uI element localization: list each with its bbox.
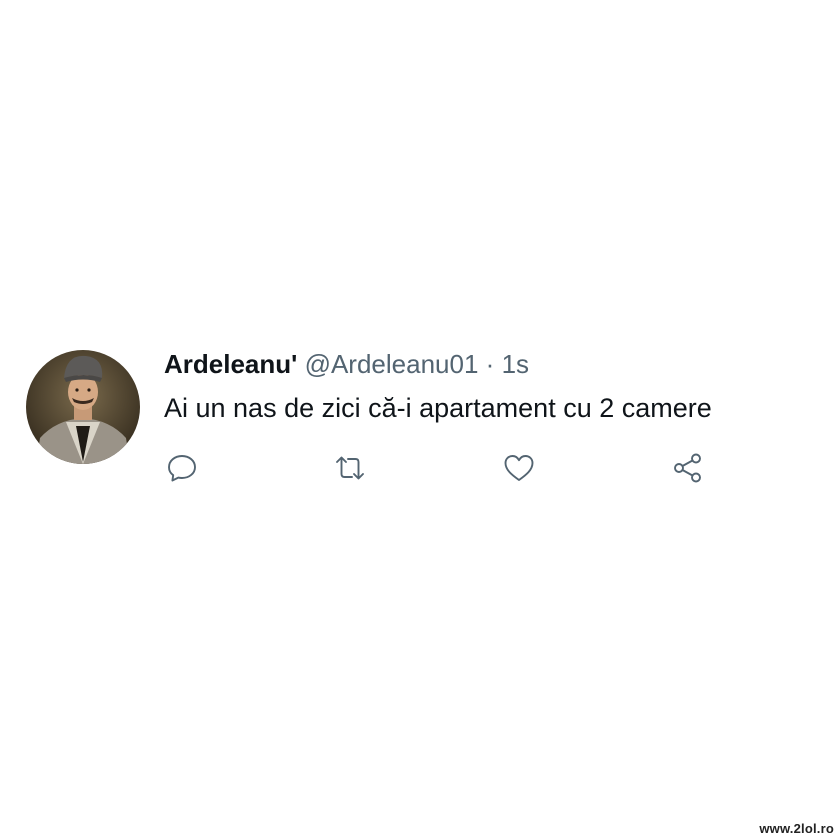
- tweet-header: Ardeleanu' @Ardeleanu01 · 1s: [164, 347, 824, 381]
- separator-dot: ·: [485, 349, 495, 379]
- author-handle[interactable]: @Ardeleanu01: [305, 349, 479, 379]
- tweet-text: Ai un nas de zici că-i apartament cu 2 c…: [164, 393, 712, 423]
- retweet-button[interactable]: [332, 450, 368, 486]
- tweet-card[interactable]: Ardeleanu' @Ardeleanu01 · 1s Ai un nas d…: [26, 347, 826, 497]
- page: Ardeleanu' @Ardeleanu01 · 1s Ai un nas d…: [0, 0, 840, 840]
- share-nodes-icon: [674, 453, 701, 483]
- tweet-actions: [164, 450, 724, 486]
- portrait-avatar-image: [26, 350, 140, 464]
- watermark: www.2lol.ro: [759, 821, 834, 836]
- avatar[interactable]: [26, 350, 140, 464]
- reply-button[interactable]: [164, 450, 200, 486]
- share-button[interactable]: [670, 450, 706, 486]
- retweet-arrows-icon: [336, 456, 364, 480]
- author-display-name[interactable]: Ardeleanu': [164, 349, 297, 379]
- speech-bubble-icon: [168, 455, 196, 482]
- tweet-timestamp[interactable]: 1s: [502, 349, 529, 379]
- heart-icon: [504, 455, 534, 481]
- tweet-body: Ardeleanu' @Ardeleanu01 · 1s Ai un nas d…: [164, 347, 824, 426]
- like-button[interactable]: [501, 450, 537, 486]
